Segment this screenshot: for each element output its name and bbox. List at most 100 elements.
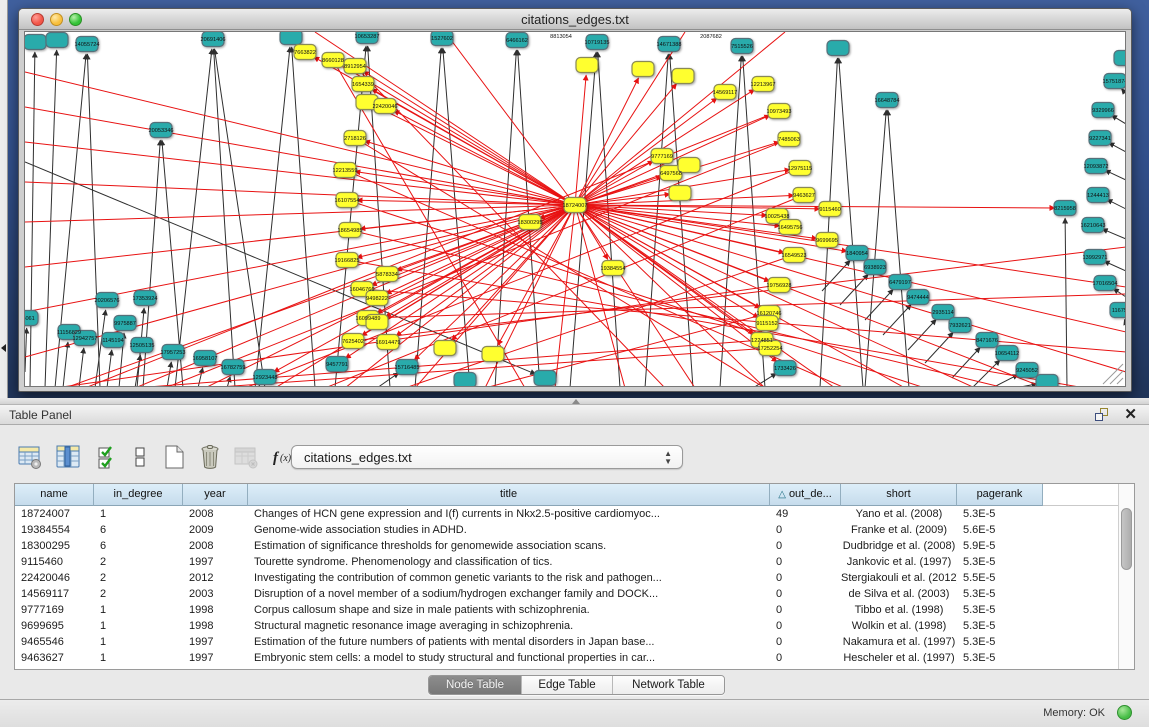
column-header-pagerank[interactable]: pagerank [957,484,1043,506]
cell-in_degree[interactable]: 1 [94,634,183,650]
cell-year[interactable]: 1997 [183,554,248,570]
cell-short[interactable]: Yano et al. (2008) [841,506,957,522]
column-visibility-icon[interactable] [54,443,82,471]
panel-expander-icon[interactable] [1,344,6,352]
splitter-handle-icon[interactable] [572,399,580,404]
scrollbar-thumb[interactable] [1121,508,1132,570]
cell-name[interactable]: 14569117 [15,586,94,602]
graph-node-unlabeled[interactable] [280,32,302,45]
cell-year[interactable]: 2009 [183,522,248,538]
table-row[interactable]: 946554611997Estimation of the future num… [15,634,1119,650]
cell-out_de[interactable]: 0 [770,618,841,634]
network-view-window[interactable]: citations_edges.txt 14055724206914061065… [18,8,1132,392]
cell-pagerank[interactable]: 5.3E-5 [957,618,1043,634]
tab-edge-table[interactable]: Edge Table [522,676,613,695]
cell-title[interactable]: Disruption of a novel member of a sodium… [248,586,770,602]
tab-node-table[interactable]: Node Table [429,676,522,695]
cell-name[interactable]: 9465546 [15,634,94,650]
cell-in_degree[interactable]: 2 [94,586,183,602]
cell-short[interactable]: Tibbo et al. (1998) [841,602,957,618]
cell-name[interactable]: 19384554 [15,522,94,538]
graph-node-unlabeled[interactable] [1114,51,1126,66]
cell-short[interactable]: Dudbridge et al. (2008) [841,538,957,554]
table-row[interactable]: 1456911722003Disruption of a novel membe… [15,586,1119,602]
resize-grip-icon[interactable] [1103,364,1123,384]
panel-splitter[interactable] [0,398,1149,405]
table-selector-dropdown[interactable]: citations_edges.txt ▲▼ [291,445,683,469]
cell-in_degree[interactable]: 1 [94,618,183,634]
table-row[interactable]: 2242004622012Investigating the contribut… [15,570,1119,586]
graph-node-unlabeled[interactable] [576,58,598,73]
cell-out_de[interactable]: 0 [770,602,841,618]
table-vertical-scrollbar[interactable] [1118,484,1134,669]
graph-node-unlabeled[interactable] [672,69,694,84]
cell-out_de[interactable]: 0 [770,586,841,602]
graph-node-unlabeled[interactable] [25,35,46,50]
cell-name[interactable]: 9699695 [15,618,94,634]
cell-title[interactable]: Investigating the contribution of common… [248,570,770,586]
cell-short[interactable]: Hescheler et al. (1997) [841,650,957,666]
cell-short[interactable]: Franke et al. (2009) [841,522,957,538]
cell-title[interactable]: Tourette syndrome. Phenomenology and cla… [248,554,770,570]
cell-year[interactable]: 2008 [183,538,248,554]
row-selection-mode-icon[interactable] [94,443,122,471]
cell-title[interactable]: Structural magnetic resonance image aver… [248,618,770,634]
table-row[interactable]: 1872400712008Changes of HCN gene express… [15,506,1119,522]
graph-node-unlabeled[interactable] [632,62,654,77]
new-column-icon[interactable] [160,443,188,471]
cell-in_degree[interactable]: 1 [94,650,183,666]
cell-pagerank[interactable]: 5.5E-5 [957,570,1043,586]
cell-in_degree[interactable]: 6 [94,538,183,554]
cell-title[interactable]: Estimation of significance thresholds fo… [248,538,770,554]
cell-out_de[interactable]: 0 [770,650,841,666]
cell-in_degree[interactable]: 2 [94,570,183,586]
column-header-out_de[interactable]: △out_de... [770,484,841,506]
cell-name[interactable]: 9463627 [15,650,94,666]
cell-out_de[interactable]: 0 [770,554,841,570]
column-header-short[interactable]: short [841,484,957,506]
cell-short[interactable]: Jankovic et al. (1997) [841,554,957,570]
cell-pagerank[interactable]: 5.3E-5 [957,650,1043,666]
cell-out_de[interactable]: 0 [770,570,841,586]
cell-out_de[interactable]: 49 [770,506,841,522]
graph-node-unlabeled[interactable] [46,33,68,48]
cell-name[interactable]: 9115460 [15,554,94,570]
collapsed-control-panel[interactable] [0,0,8,398]
graph-node-unlabeled[interactable] [534,371,556,386]
cell-short[interactable]: Stergiakouli et al. (2012) [841,570,957,586]
table-row[interactable]: 946362711997Embryonic stem cells: a mode… [15,650,1119,666]
graph-node-unlabeled[interactable] [482,347,504,362]
import-table-icon[interactable] [232,443,260,471]
table-row[interactable]: 1938455462009Genome-wide association stu… [15,522,1119,538]
cell-pagerank[interactable]: 5.6E-5 [957,522,1043,538]
cell-name[interactable]: 22420046 [15,570,94,586]
graph-node-unlabeled[interactable] [669,186,691,201]
graph-node-unlabeled[interactable] [827,41,849,56]
cell-year[interactable]: 2012 [183,570,248,586]
graph-node-unlabeled[interactable] [454,373,476,388]
cell-pagerank[interactable]: 5.3E-5 [957,634,1043,650]
cell-title[interactable]: Estimation of the future numbers of pati… [248,634,770,650]
cell-in_degree[interactable]: 1 [94,506,183,522]
cell-short[interactable]: Nakamura et al. (1997) [841,634,957,650]
cell-pagerank[interactable]: 5.9E-5 [957,538,1043,554]
tab-network-table[interactable]: Network Table [613,676,724,695]
table-options-icon[interactable] [16,443,44,471]
cell-title[interactable]: Embryonic stem cells: a model to study s… [248,650,770,666]
column-header-name[interactable]: name [15,484,94,506]
graph-node-unlabeled[interactable] [1036,375,1058,388]
column-header-title[interactable]: title [248,484,770,506]
table-rows-icon[interactable] [126,443,154,471]
window-titlebar[interactable]: citations_edges.txt [19,9,1131,30]
cell-name[interactable]: 18724007 [15,506,94,522]
cell-year[interactable]: 2003 [183,586,248,602]
cell-out_de[interactable]: 0 [770,522,841,538]
cell-in_degree[interactable]: 6 [94,522,183,538]
citation-network-graph[interactable]: 1405572420691406106532871527602646616210… [25,32,1126,387]
cell-pagerank[interactable]: 5.3E-5 [957,554,1043,570]
cell-pagerank[interactable]: 5.3E-5 [957,602,1043,618]
cell-title[interactable]: Genome-wide association studies in ADHD. [248,522,770,538]
table-row[interactable]: 911546021997Tourette syndrome. Phenomeno… [15,554,1119,570]
cell-title[interactable]: Changes of HCN gene expression and I(f) … [248,506,770,522]
network-canvas[interactable]: 1405572420691406106532871527602646616210… [24,31,1126,387]
